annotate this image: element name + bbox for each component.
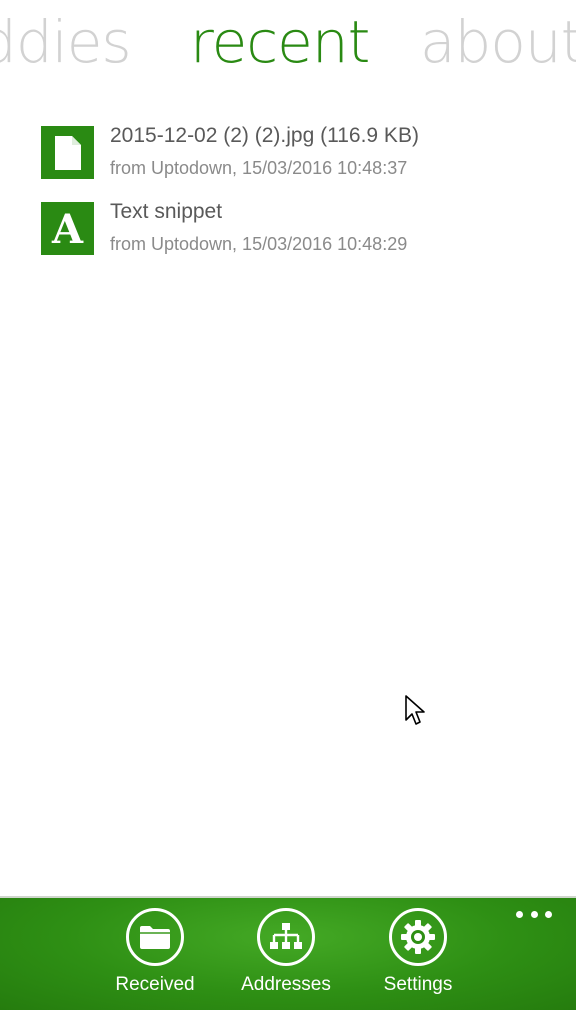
pivot-tab-about[interactable]: about xyxy=(420,6,576,78)
settings-label: Settings xyxy=(383,974,453,995)
app-screen: ddies recent about 2015-12-02 (2) (2).jp… xyxy=(0,0,576,1010)
more-dot xyxy=(545,910,552,918)
item-subtitle: from Uptodown, 15/03/2016 10:48:37 xyxy=(110,158,408,178)
received-button[interactable]: Received xyxy=(95,908,215,1008)
text-glyph: A xyxy=(51,205,84,253)
file-icon xyxy=(41,126,94,179)
folder-icon xyxy=(126,908,184,966)
item-title: 2015-12-02 (2) (2).jpg (116.9 KB) xyxy=(110,124,419,147)
received-label: Received xyxy=(115,974,195,995)
network-icon xyxy=(257,908,315,966)
item-subtitle: from Uptodown, 15/03/2016 10:48:29 xyxy=(110,234,408,254)
app-bar: Received Addresses Settings xyxy=(0,896,576,1010)
addresses-button[interactable]: Addresses xyxy=(226,908,346,1008)
settings-button[interactable]: Settings xyxy=(358,908,478,1008)
list-item[interactable]: 2015-12-02 (2) (2).jpg (116.9 KB) from U… xyxy=(40,118,560,194)
gear-icon xyxy=(389,908,447,966)
recent-list: 2015-12-02 (2) (2).jpg (116.9 KB) from U… xyxy=(40,118,560,270)
item-title: Text snippet xyxy=(110,200,223,223)
pivot-header: ddies recent about xyxy=(0,0,576,90)
more-dot xyxy=(530,910,538,918)
pivot-tab-buddies[interactable]: ddies xyxy=(0,6,132,78)
pivot-tab-recent[interactable]: recent xyxy=(190,6,370,78)
more-dot xyxy=(516,910,523,918)
text-snippet-icon: A xyxy=(41,202,94,255)
mouse-cursor-icon xyxy=(405,695,425,725)
addresses-label: Addresses xyxy=(241,974,331,995)
more-icon[interactable] xyxy=(516,908,552,920)
list-item[interactable]: A Text snippet from Uptodown, 15/03/2016… xyxy=(40,194,560,270)
